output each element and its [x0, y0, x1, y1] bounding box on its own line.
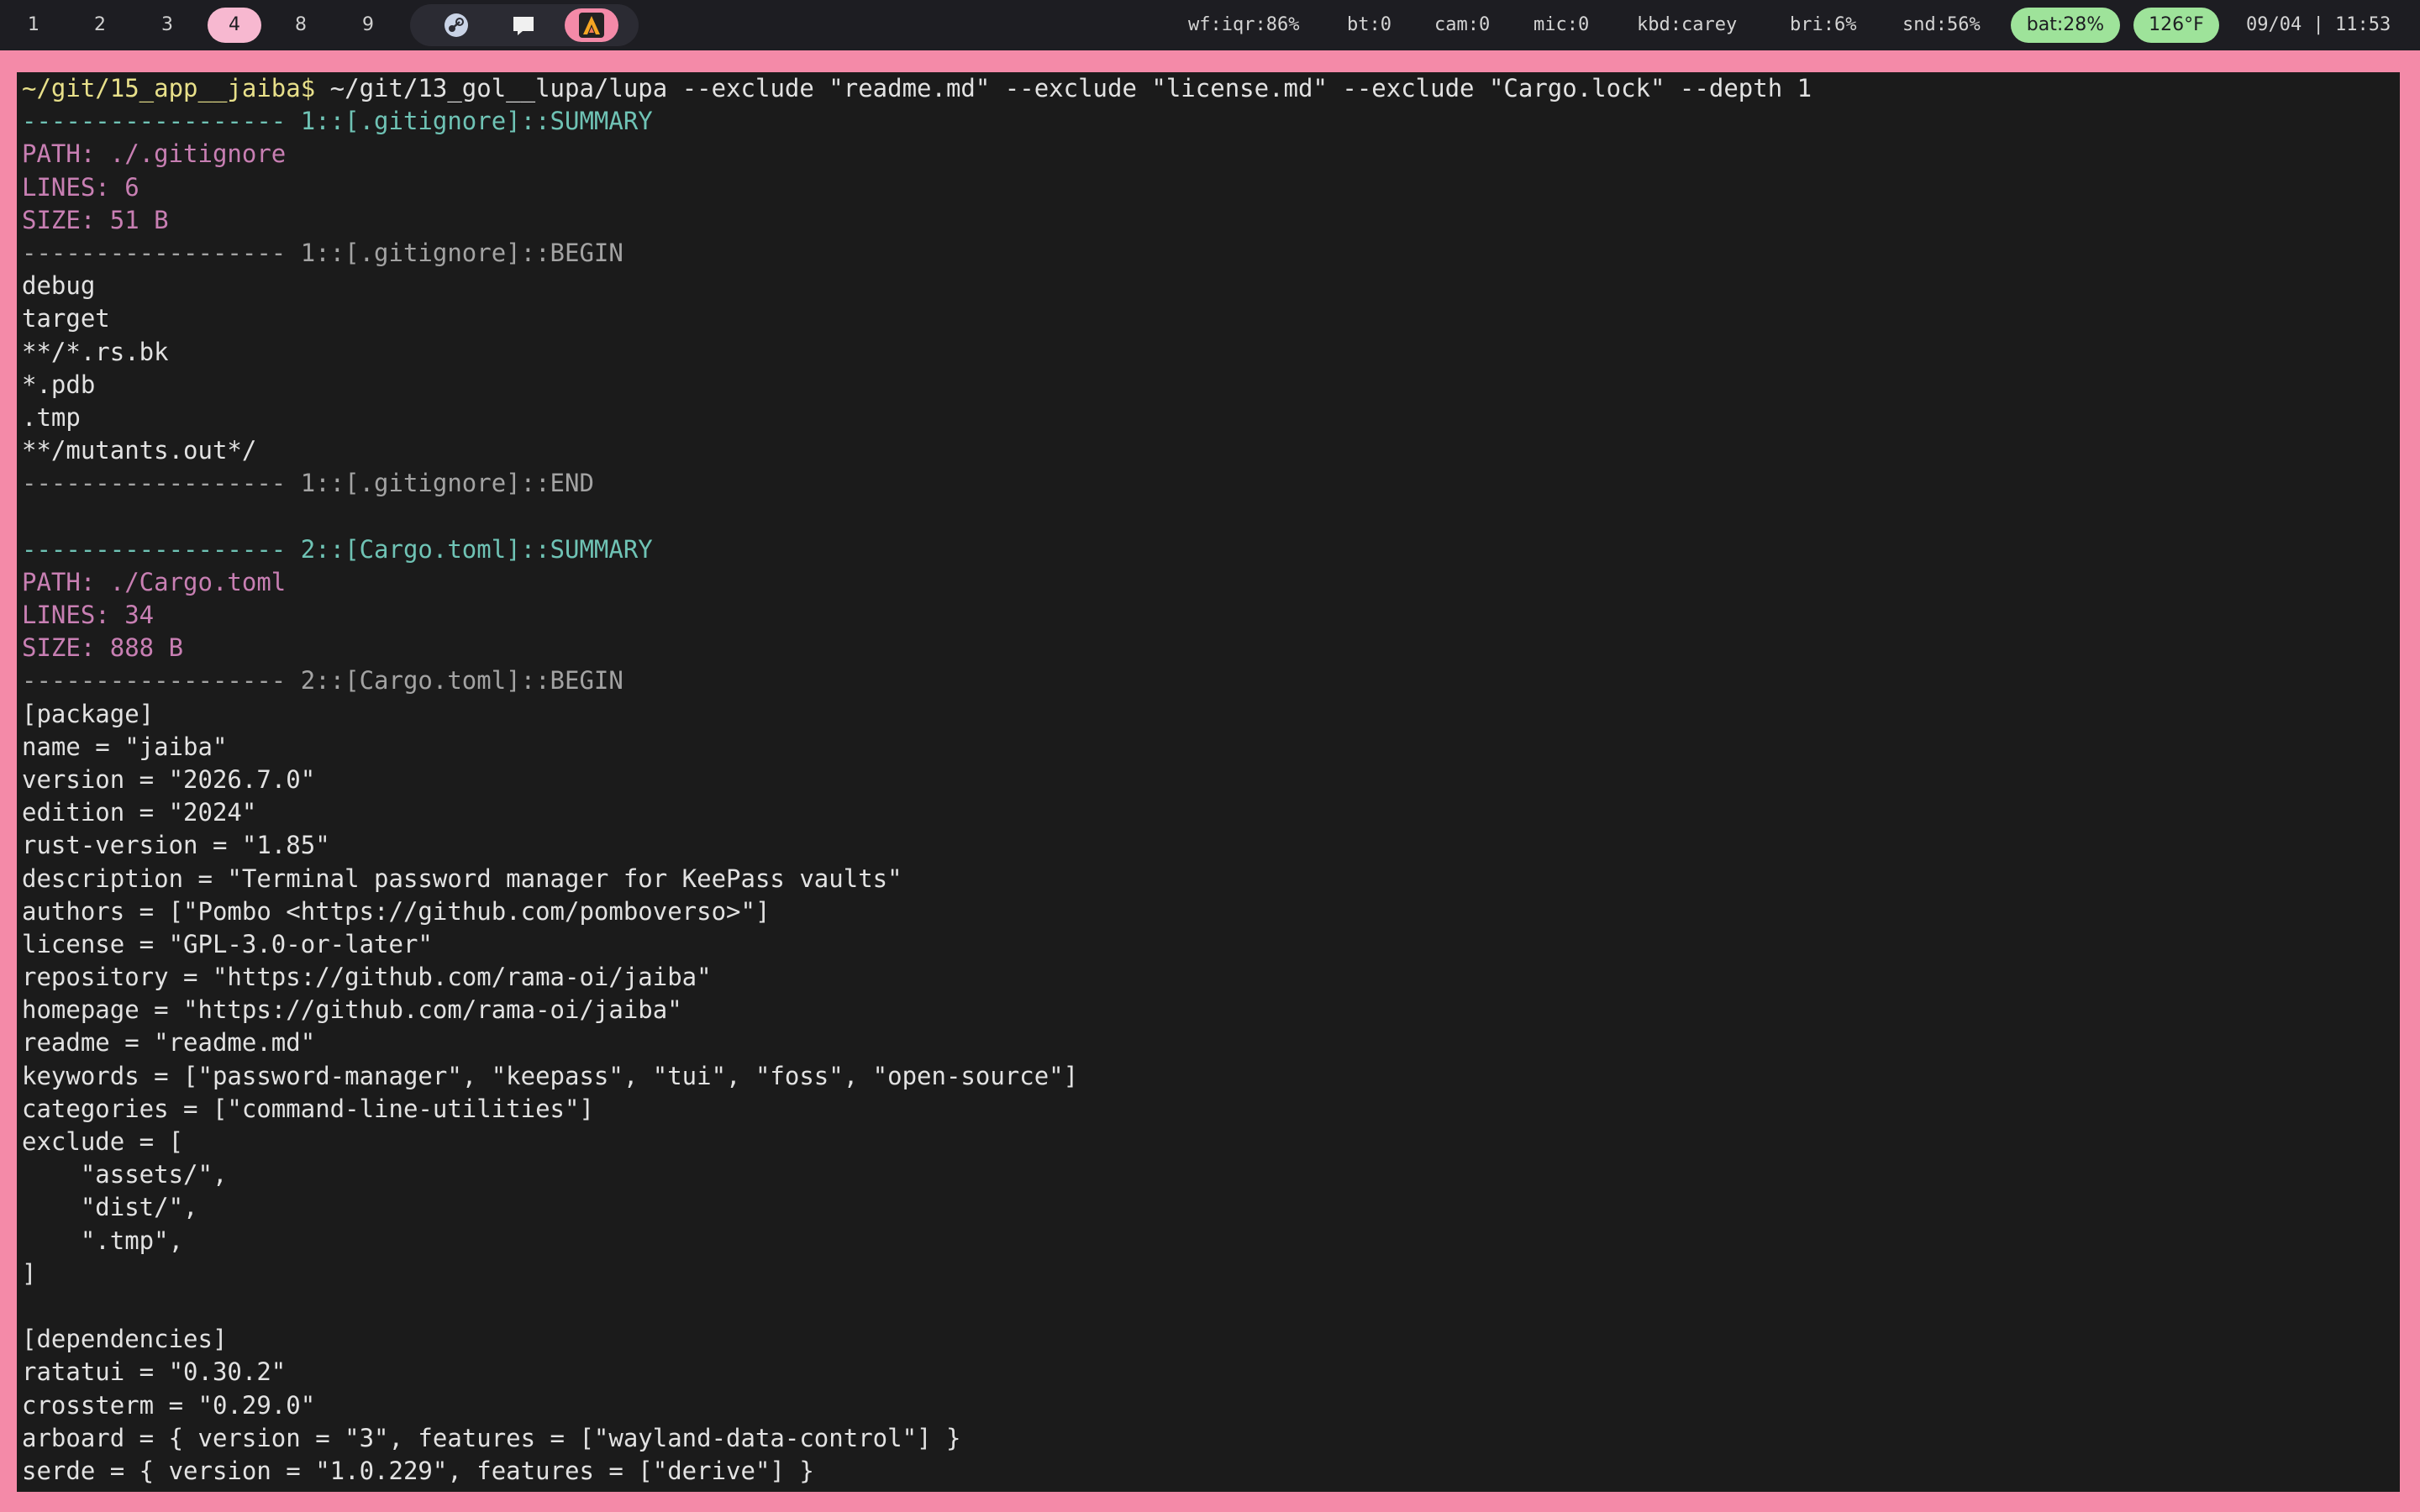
terminal-line: SIZE: 51 B	[22, 205, 169, 234]
terminal-line: debug	[22, 271, 96, 301]
terminal-line: **/mutants.out*/	[22, 436, 257, 465]
top-bar: 1 2 3 4 8 9 wf:iqr:86% bt:0 cam:0 mic:0 …	[0, 0, 2420, 50]
terminal-line: version = "2026.7.0"	[22, 764, 316, 794]
workspace-8[interactable]: 8	[284, 8, 318, 43]
terminal-output: ~/git/15_app__jaiba$ ~/git/13_gol__lupa/…	[22, 72, 1812, 1488]
terminal-line: .tmp	[22, 402, 81, 432]
terminal-line: *.pdb	[22, 370, 96, 399]
terminal-line: LINES: 34	[22, 601, 155, 629]
terminal-line: homepage = "https://github.com/rama-oi/j…	[22, 995, 682, 1025]
camera-status[interactable]: cam:0	[1434, 0, 1490, 50]
battery-status[interactable]: bat:28%	[2011, 8, 2120, 43]
terminal-line: exclude = [	[22, 1127, 184, 1156]
sound-status[interactable]: snd:56%	[1902, 0, 1981, 50]
mic-status[interactable]: mic:0	[1534, 0, 1589, 50]
terminal-line: PATH: ./.gitignore	[22, 139, 287, 169]
terminal-line: description = "Terminal password manager…	[22, 864, 902, 893]
terminal-line: rust-version = "1.85"	[22, 831, 330, 860]
terminal-line: arboard = { version = "3", features = ["…	[22, 1423, 961, 1452]
terminal-line: ratatui = "0.30.2"	[22, 1357, 287, 1387]
terminal-line: name = "jaiba"	[22, 732, 228, 761]
terminal-line: ------------------ 2::[Cargo.toml]::SUMM…	[22, 534, 653, 564]
terminal-line: license = "GPL-3.0-or-later"	[22, 929, 433, 958]
terminal-line: LINES: 6	[22, 172, 139, 202]
tray	[410, 4, 639, 46]
terminal-window[interactable]: ~/git/15_app__jaiba$ ~/git/13_gol__lupa/…	[17, 72, 2400, 1492]
terminal-line: target	[22, 304, 110, 333]
command-line: ~/git/15_app__jaiba$ ~/git/13_gol__lupa/…	[22, 72, 1812, 105]
wifi-status[interactable]: wf:iqr:86%	[1188, 0, 1299, 50]
shell-prompt: ~/git/15_app__jaiba$	[22, 74, 316, 102]
workspace-4[interactable]: 4	[208, 8, 261, 43]
terminal-line: SIZE: 888 B	[22, 633, 184, 663]
alacritty-icon[interactable]	[577, 11, 606, 39]
temperature-status[interactable]: 126°F	[2133, 8, 2219, 43]
terminal-line: ------------------ 1::[.gitignore]::SUMM…	[22, 107, 653, 136]
terminal-line: ]	[22, 1258, 37, 1288]
terminal-line: categories = ["command-line-utilities"]	[22, 1094, 594, 1123]
terminal-line: [dependencies]	[22, 1325, 228, 1354]
terminal-line: repository = "https://github.com/rama-oi…	[22, 963, 712, 992]
terminal-line: crossterm = "0.29.0"	[22, 1390, 316, 1420]
datetime[interactable]: 09/04 | 11:53	[2246, 0, 2391, 50]
terminal-line: PATH: ./Cargo.toml	[22, 567, 287, 596]
terminal-line: ------------------ 1::[.gitignore]::BEGI…	[22, 238, 623, 267]
terminal-line: serde = { version = "1.0.229", features …	[22, 1456, 814, 1485]
terminal-line: keywords = ["password-manager", "keepass…	[22, 1061, 1079, 1090]
workspace-1[interactable]: 1	[17, 8, 50, 43]
steam-icon[interactable]	[442, 11, 471, 39]
command-text: ~/git/13_gol__lupa/lupa --exclude "readm…	[315, 74, 1812, 102]
terminal-line: ".tmp",	[22, 1226, 184, 1255]
terminal-line: edition = "2024"	[22, 798, 257, 827]
terminal-line: ------------------ 2::[Cargo.toml]::BEGI…	[22, 666, 623, 696]
workspace-2[interactable]: 2	[83, 8, 117, 43]
bluetooth-status[interactable]: bt:0	[1347, 0, 1392, 50]
workspace-9[interactable]: 9	[351, 8, 385, 43]
terminal-line: "dist/",	[22, 1193, 198, 1222]
terminal-line: [package]	[22, 699, 155, 728]
brightness-status[interactable]: bri:6%	[1790, 0, 1856, 50]
terminal-line: **/*.rs.bk	[22, 337, 169, 366]
terminal-line: readme = "readme.md"	[22, 1028, 316, 1058]
keyboard-status[interactable]: kbd:carey	[1637, 0, 1737, 50]
terminal-line: ------------------ 1::[.gitignore]::END	[22, 469, 594, 498]
chat-icon[interactable]	[509, 11, 538, 39]
workspace-3[interactable]: 3	[150, 8, 184, 43]
terminal-line: "assets/",	[22, 1160, 228, 1189]
terminal-line: authors = ["Pombo <https://github.com/po…	[22, 896, 771, 926]
